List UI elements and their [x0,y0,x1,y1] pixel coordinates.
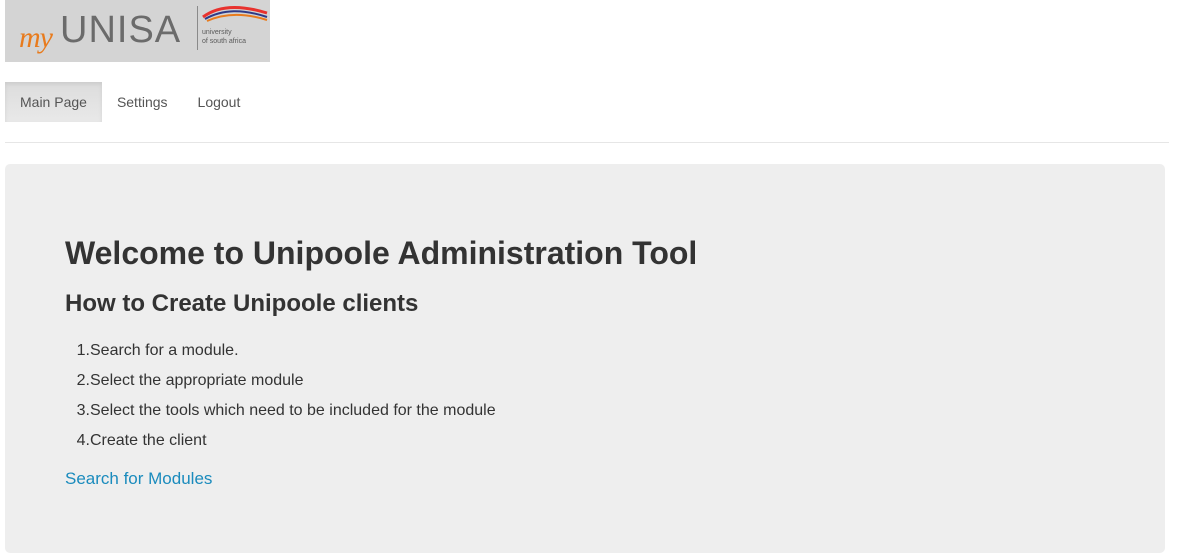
list-item: 1Search for a module. [65,336,496,366]
step-text: Search for a module. [90,342,239,359]
list-item: 4Create the client [65,426,496,456]
header-divider [5,142,1169,143]
step-text: Select the tools which need to be includ… [90,402,496,419]
logo[interactable]: my UNISA university of south africa [5,0,270,62]
logo-brand-text: UNISA [60,9,182,51]
logo-my-text: my [19,21,53,54]
nav-item-logout[interactable]: Logout [183,82,256,122]
step-number: 4 [65,426,90,456]
list-item: 2Select the appropriate module [65,366,496,396]
logo-swoosh-icon [202,5,268,22]
welcome-panel: Welcome to Unipoole Administration Tool … [5,164,1165,553]
logo-divider [197,6,198,50]
main-nav: Main Page Settings Logout [5,82,255,122]
nav-item-main-page[interactable]: Main Page [5,82,102,122]
step-number: 3 [65,396,90,426]
step-number: 1 [65,336,90,366]
logo-tagline: university of south africa [202,29,246,45]
nav-item-settings[interactable]: Settings [102,82,183,122]
search-modules-link[interactable]: Search for Modules [65,469,212,489]
list-item: 3Select the tools which need to be inclu… [65,396,496,426]
steps-list: 1Search for a module. 2Select the approp… [65,336,496,456]
page-title: Welcome to Unipoole Administration Tool [65,235,698,271]
step-text: Select the appropriate module [90,372,304,389]
page-subtitle: How to Create Unipoole clients [65,290,419,317]
step-number: 2 [65,366,90,396]
step-text: Create the client [90,432,207,449]
